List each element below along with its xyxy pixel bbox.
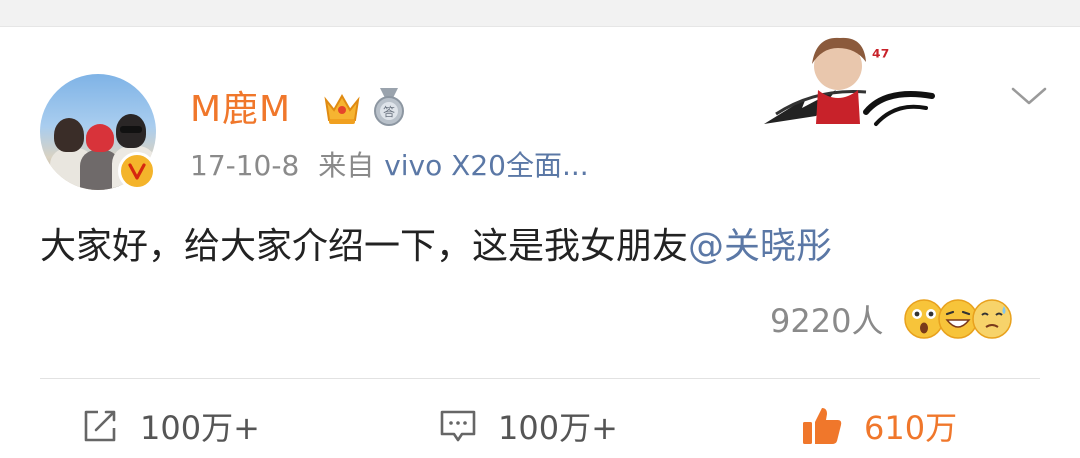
action-bar: 100万+ 100万+ 610万 [0,396,1080,456]
username[interactable]: M鹿M [190,84,291,136]
crown-icon[interactable] [322,90,362,126]
repost-button[interactable]: 100万+ [80,396,260,456]
post-meta: 17-10-8 来自 vivo X20全面... [190,146,599,186]
like-count: 610万 [864,409,958,447]
repost-icon [84,410,116,442]
svg-text:⁴⁷: ⁴⁷ [872,45,890,69]
medal-icon[interactable]: 答 [370,86,408,128]
svg-text:答: 答 [383,104,395,119]
post-text: 大家好，给大家介绍一下，这是我女朋友@关晓彤 [40,222,832,272]
source-device-link[interactable]: vivo X20全面... [384,149,588,182]
thumbs-up-icon [803,408,842,444]
chevron-down-icon[interactable] [1010,86,1048,106]
comment-count: 100万+ [498,409,618,447]
reactions-summary[interactable]: 9220人 [770,292,1013,346]
source-prefix: 来自 [318,149,375,182]
post-date: 17-10-8 [190,149,300,182]
verified-badge-icon [118,152,156,190]
sweat-emoji-icon [972,299,1013,339]
repost-count: 100万+ [140,409,260,447]
decoration-card-image[interactable]: ⁴⁷ [756,28,940,132]
reaction-count: 9220人 [770,302,884,340]
divider [40,378,1040,379]
feed-separator [0,0,1080,27]
post-body: 大家好，给大家介绍一下，这是我女朋友 [40,226,689,267]
comment-button[interactable]: 100万+ [438,396,618,456]
like-button[interactable]: 610万 [800,396,957,456]
mention-link[interactable]: @关晓彤 [688,226,832,267]
comment-icon [440,410,476,442]
